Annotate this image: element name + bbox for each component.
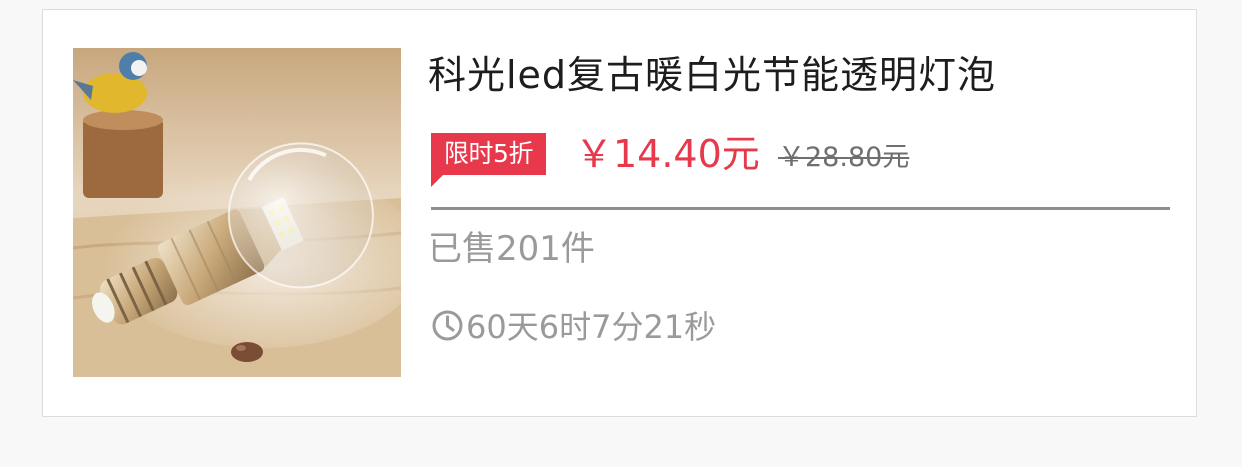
discount-badge: 限时5折: [431, 133, 546, 187]
product-image[interactable]: [73, 48, 401, 377]
sale-price: ￥14.40元: [575, 132, 760, 176]
product-title[interactable]: 科光led复古暖白光节能透明灯泡: [428, 51, 996, 99]
countdown: 60天6时7分21秒: [431, 305, 717, 346]
countdown-text: 60天6时7分21秒: [466, 308, 717, 346]
sold-count: 已售201件: [428, 229, 595, 269]
clock-icon: [432, 310, 463, 340]
divider: [431, 207, 1170, 210]
discount-badge-label: 限时5折: [444, 139, 533, 168]
original-price: ￥28.80元: [778, 142, 910, 173]
